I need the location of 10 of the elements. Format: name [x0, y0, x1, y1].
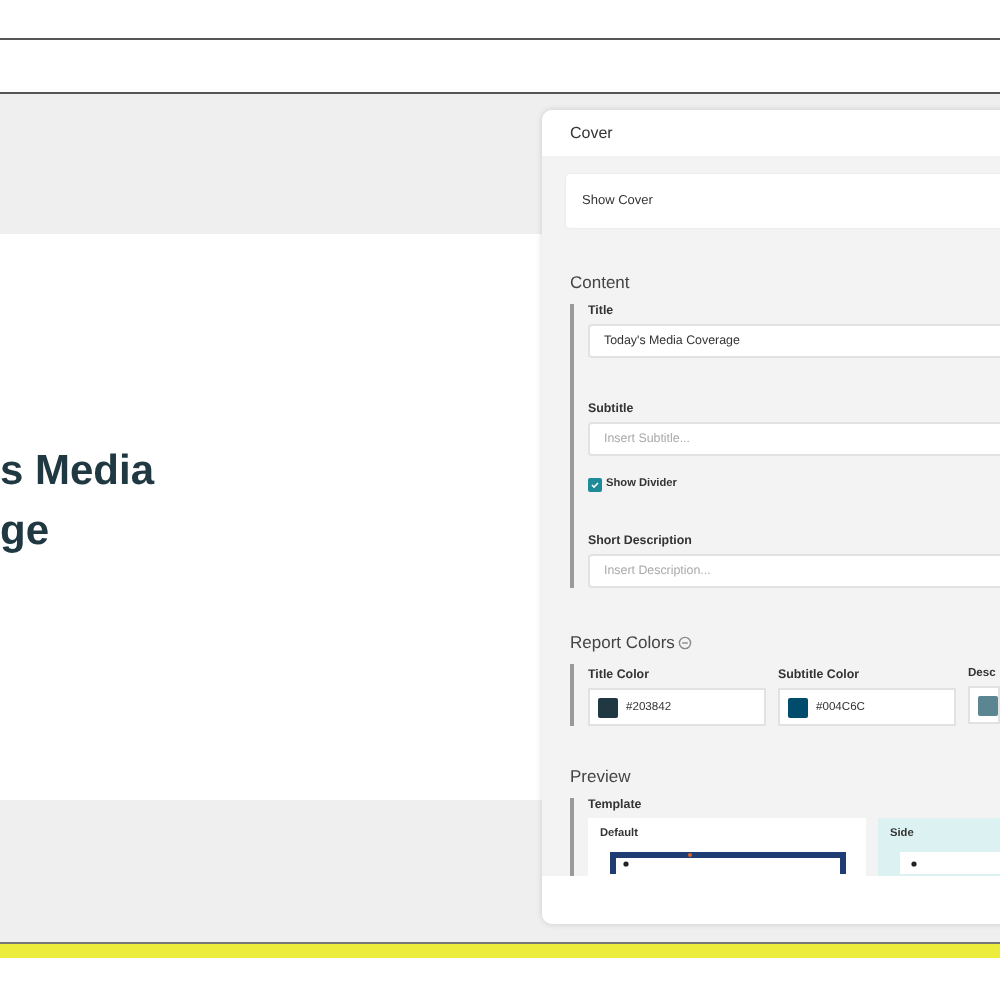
color-field[interactable]	[968, 686, 1000, 724]
info-icon[interactable]	[678, 635, 693, 649]
section-heading: Report Colors	[570, 632, 675, 652]
section-heading: Preview	[570, 766, 631, 786]
panel-title: Cover	[570, 124, 613, 142]
checkbox[interactable]	[588, 477, 602, 491]
section-heading: Content	[570, 272, 630, 292]
template-thumbnail	[900, 852, 1000, 874]
cover-title: ge	[0, 505, 50, 557]
cover-title: s Media	[0, 445, 155, 497]
